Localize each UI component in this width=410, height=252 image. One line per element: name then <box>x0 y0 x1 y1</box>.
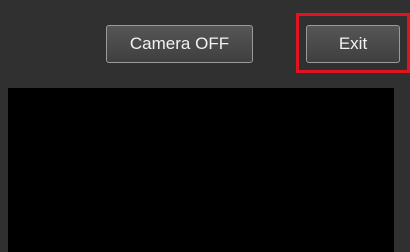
camera-toggle-button[interactable]: Camera OFF <box>106 25 253 63</box>
camera-preview <box>8 88 394 252</box>
exit-button[interactable]: Exit <box>306 25 400 63</box>
app-window: Camera OFF Exit <box>0 0 410 252</box>
toolbar: Camera OFF Exit <box>0 0 410 88</box>
